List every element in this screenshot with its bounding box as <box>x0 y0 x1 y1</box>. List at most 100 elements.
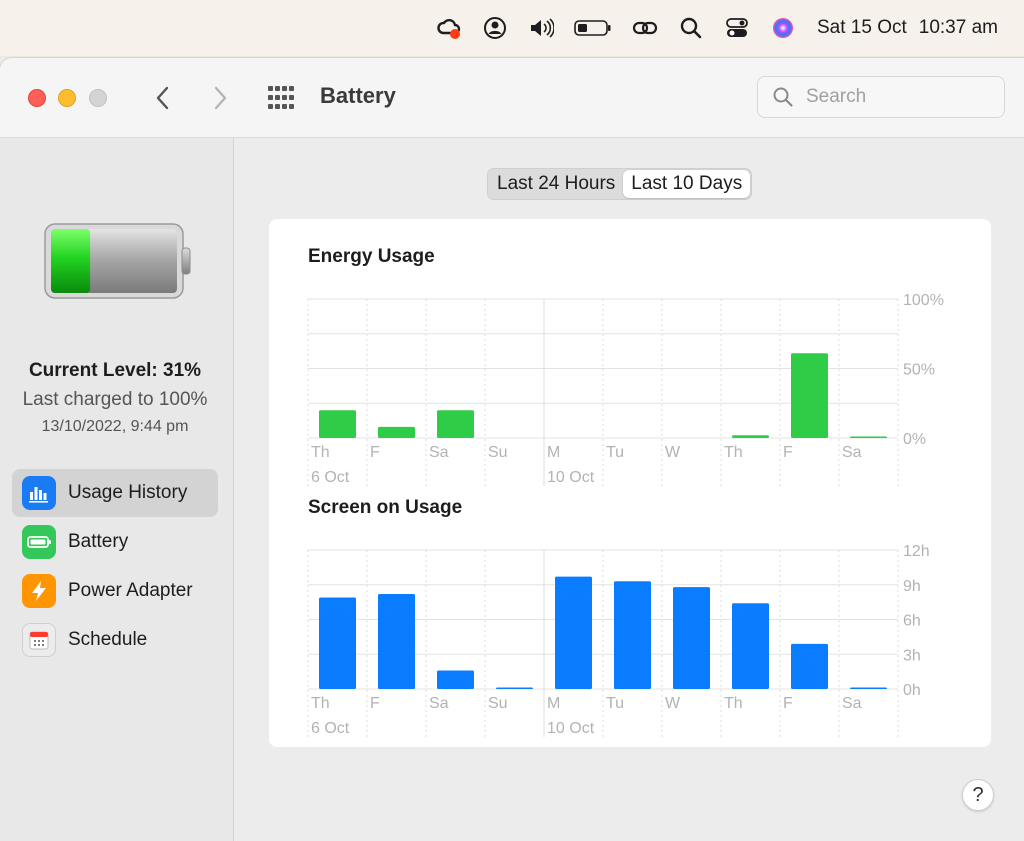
segment-last-24-hours[interactable]: Last 24 Hours <box>489 170 623 198</box>
chart-bar <box>791 643 828 689</box>
current-level-text: Current Level: 31% <box>28 360 202 381</box>
sidebar-item-power-adapter[interactable]: Power Adapter <box>12 567 218 615</box>
sidebar-item-label: Usage History <box>68 482 188 503</box>
screen-on-usage-chart: 12h 9h 6h 3h 0h Th F Sa Su M Tu W Th F Sa 6 Oct 10 Oct <box>307 543 930 737</box>
menubar-date[interactable]: Sat 15 Oct <box>817 17 907 39</box>
menu-bar: Sat 15 Oct 10:37 am <box>0 0 1024 56</box>
y-tick-label: 9h <box>903 578 921 595</box>
battery-icon <box>22 525 56 559</box>
sidebar: Current Level: 31% Last charged to 100% … <box>0 138 234 841</box>
control-center-icon[interactable] <box>723 14 751 42</box>
chart-bar <box>791 353 828 438</box>
zoom-window-button[interactable] <box>89 89 107 107</box>
last-charged-text: Last charged to 100% <box>22 389 208 410</box>
link-icon[interactable] <box>631 14 659 42</box>
search-field[interactable] <box>757 76 1005 118</box>
x-tick-label: W <box>665 695 681 712</box>
chevron-right-icon <box>214 86 227 110</box>
chart-bar <box>673 587 710 689</box>
chart-bar <box>437 670 474 689</box>
back-button[interactable] <box>148 82 178 114</box>
user-account-icon[interactable] <box>481 14 509 42</box>
search-input[interactable] <box>806 86 986 108</box>
x-tick-label: M <box>547 695 560 712</box>
x-tick-label: F <box>370 444 380 461</box>
sidebar-item-label: Schedule <box>68 629 148 650</box>
chart-bar <box>614 581 651 689</box>
battery-preferences-window: Battery Current Level: <box>0 58 1024 841</box>
x-tick-label: Th <box>724 695 743 712</box>
chart-bar <box>732 435 769 438</box>
usage-history-icon <box>22 476 56 510</box>
chart-bar <box>319 410 356 438</box>
creative-cloud-icon[interactable] <box>435 14 463 42</box>
x-tick-label: Th <box>724 444 743 461</box>
x-tick-label: Su <box>488 695 508 712</box>
chart-bar <box>378 594 415 689</box>
help-button[interactable]: ? <box>962 779 994 811</box>
menubar-time[interactable]: 10:37 am <box>919 17 998 39</box>
x-tick-label: Sa <box>842 444 862 461</box>
close-window-button[interactable] <box>28 89 46 107</box>
spotlight-search-icon[interactable] <box>677 14 705 42</box>
date-label: 6 Oct <box>311 469 350 486</box>
screen-usage-title: Screen on Usage <box>308 497 463 518</box>
sidebar-nav: Usage History Battery Power Adapter Sche… <box>12 469 218 665</box>
chart-bar <box>378 426 415 438</box>
x-tick-label: W <box>665 444 681 461</box>
x-tick-label: Th <box>311 695 330 712</box>
y-tick-label: 3h <box>903 647 921 664</box>
date-label: 6 Oct <box>311 720 350 737</box>
x-tick-label: F <box>783 444 793 461</box>
segment-last-10-days[interactable]: Last 10 Days <box>623 170 751 198</box>
chart-bar <box>496 687 533 689</box>
chevron-left-icon <box>156 86 169 110</box>
volume-icon[interactable] <box>527 14 555 42</box>
chart-bar <box>555 576 592 689</box>
chart-bar <box>319 597 356 689</box>
minimize-window-button[interactable] <box>58 89 76 107</box>
x-tick-label: Th <box>311 444 330 461</box>
battery-level-icon <box>44 223 191 299</box>
sidebar-item-battery[interactable]: Battery <box>12 518 218 566</box>
energy-usage-chart: 100% 50% 0% Th F Sa Su M Tu W Th F Sa 6 Oct 10 Oct <box>307 292 944 486</box>
chart-bar <box>732 603 769 689</box>
sidebar-item-label: Power Adapter <box>68 580 193 601</box>
time-range-segmented-control: Last 24 Hours Last 10 Days <box>487 168 753 200</box>
schedule-icon <box>22 623 56 657</box>
y-tick-label: 12h <box>903 543 930 560</box>
siri-icon[interactable] <box>769 14 797 42</box>
y-tick-label: 0h <box>903 682 921 699</box>
x-tick-label: Sa <box>842 695 862 712</box>
search-icon <box>773 87 793 107</box>
x-tick-label: F <box>783 695 793 712</box>
sidebar-item-schedule[interactable]: Schedule <box>12 616 218 664</box>
x-tick-label: M <box>547 444 560 461</box>
sidebar-item-usage-history[interactable]: Usage History <box>12 469 218 517</box>
power-adapter-icon <box>22 574 56 608</box>
x-tick-label: Tu <box>606 695 624 712</box>
usage-charts-panel: Energy Usage 100% 50% 0% Th F Sa Su M Tu W Th F Sa 6 … <box>269 219 991 747</box>
window-title: Battery <box>320 83 396 108</box>
forward-button[interactable] <box>205 82 235 114</box>
x-tick-label: Tu <box>606 444 624 461</box>
date-label: 10 Oct <box>547 720 595 737</box>
x-tick-label: Sa <box>429 695 449 712</box>
chart-bar <box>850 436 887 438</box>
x-tick-label: Sa <box>429 444 449 461</box>
y-tick-label: 0% <box>903 431 926 448</box>
date-label: 10 Oct <box>547 469 595 486</box>
sidebar-item-label: Battery <box>68 531 129 552</box>
y-tick-label: 6h <box>903 613 921 630</box>
title-bar: Battery <box>0 58 1024 138</box>
chart-bar <box>850 687 887 689</box>
x-tick-label: Su <box>488 444 508 461</box>
show-all-grid-icon[interactable] <box>266 84 298 112</box>
y-tick-label: 50% <box>903 362 935 379</box>
x-tick-label: F <box>370 695 380 712</box>
energy-usage-title: Energy Usage <box>308 246 435 267</box>
chart-bar <box>437 410 474 438</box>
last-charged-date: 13/10/2022, 9:44 pm <box>41 418 189 435</box>
y-tick-label: 100% <box>903 292 944 309</box>
battery-status-icon[interactable] <box>573 14 613 42</box>
